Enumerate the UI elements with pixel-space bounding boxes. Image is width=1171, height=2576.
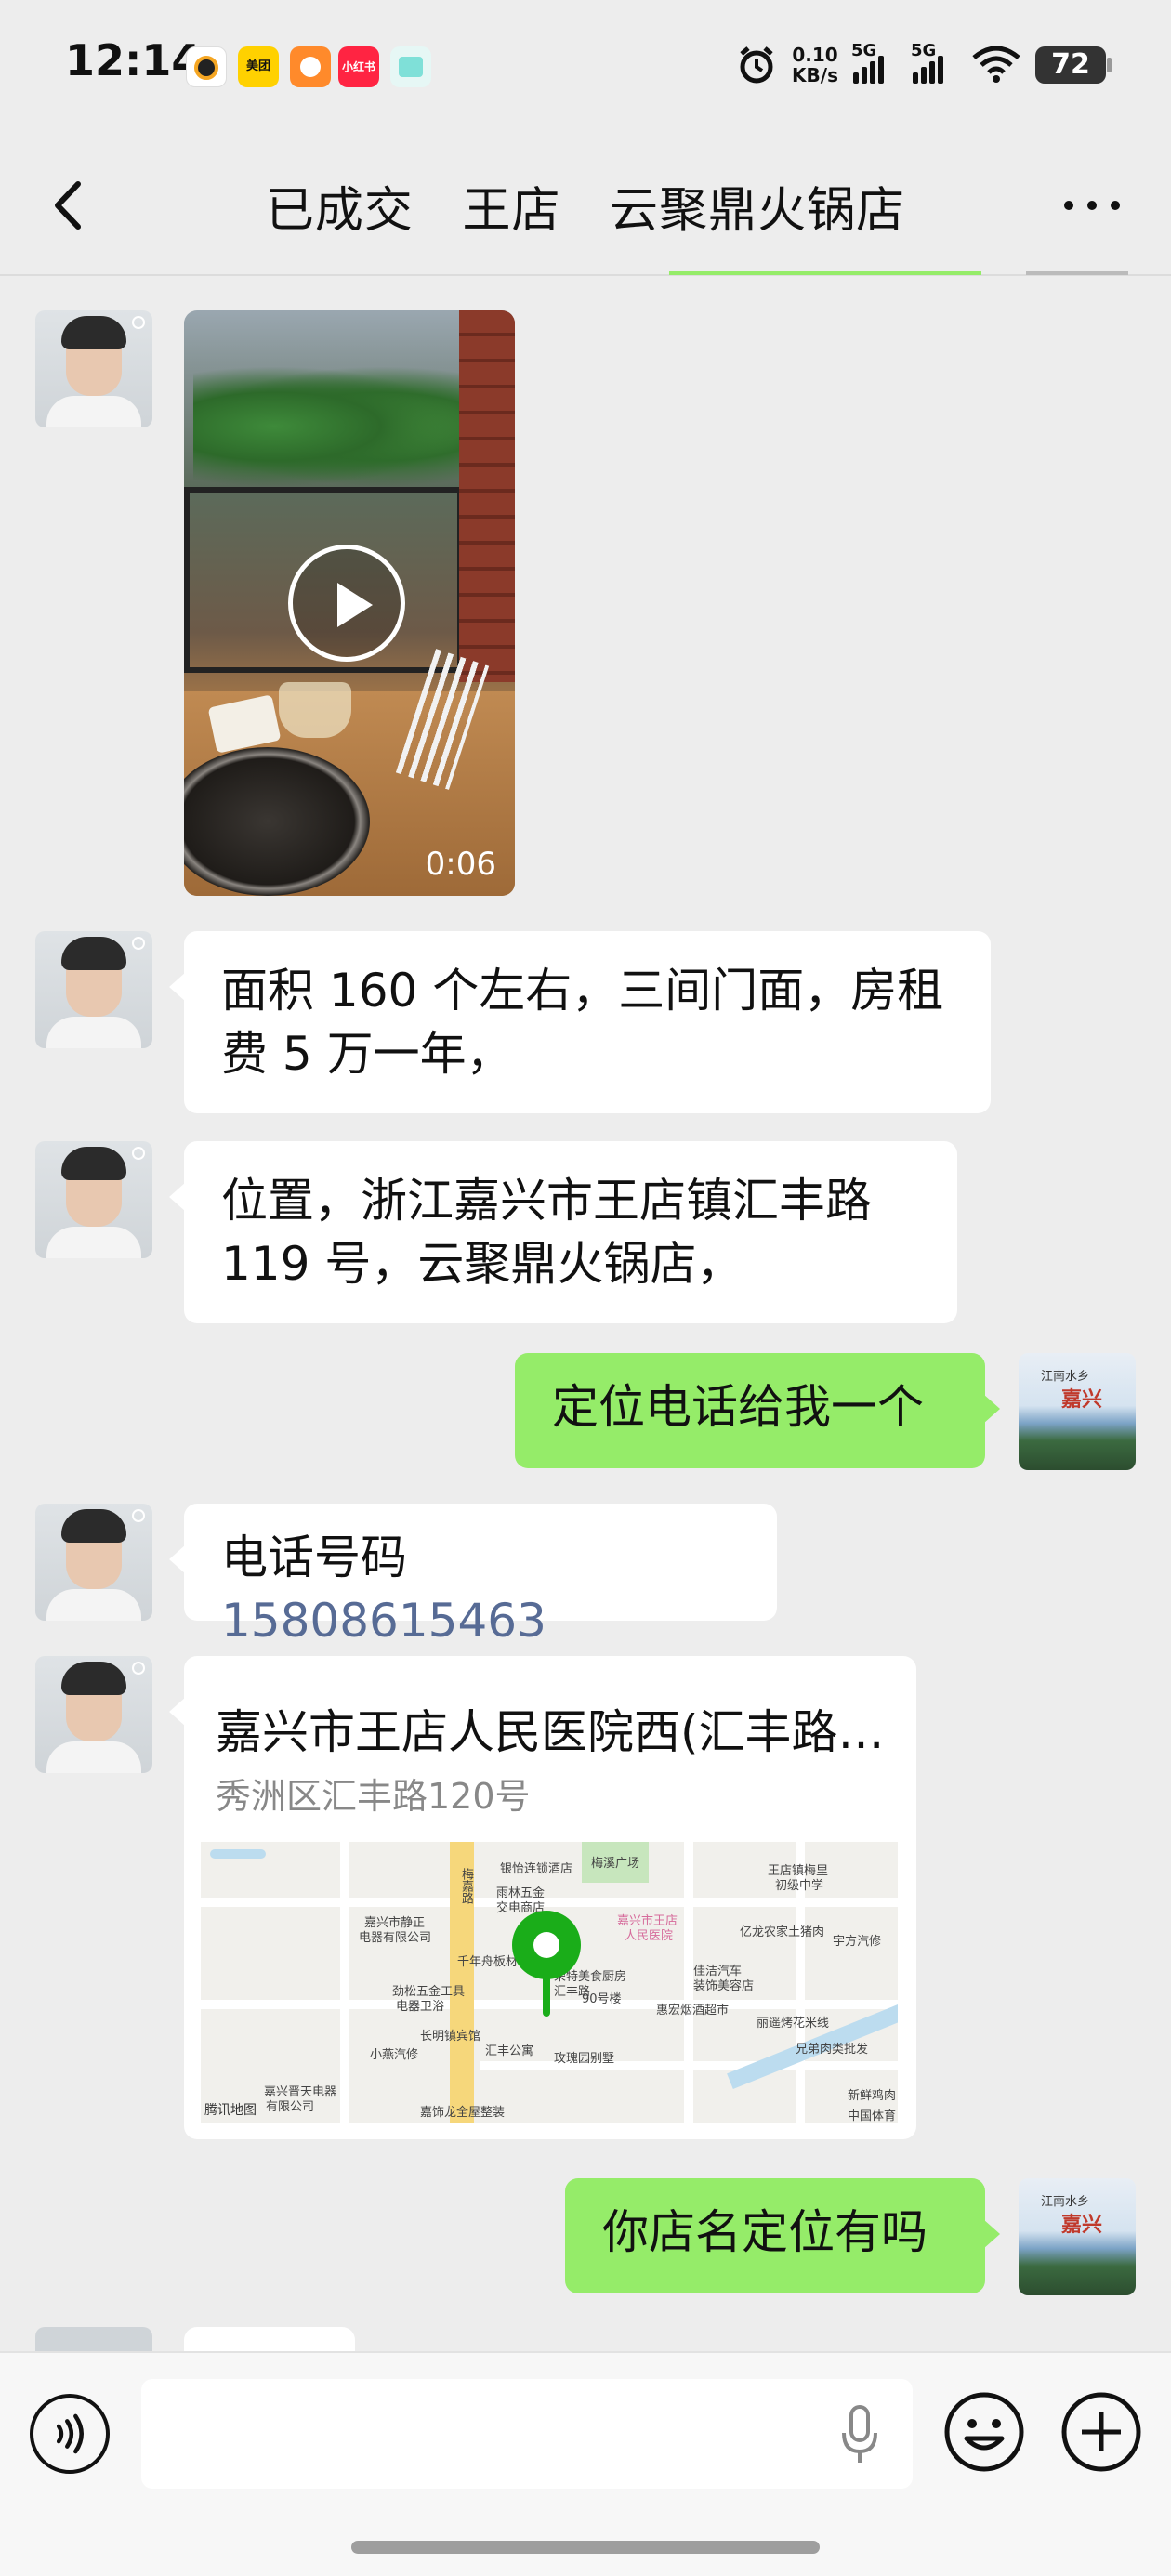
map-label: 惠宏烟酒超市 xyxy=(656,2004,730,2017)
battery-icon: 72 xyxy=(1035,46,1112,84)
video-message[interactable]: 0:06 xyxy=(184,310,515,896)
map-label: 丽遥烤花米线 xyxy=(757,2017,830,2031)
app-icon xyxy=(390,46,431,87)
self-avatar[interactable]: 江南水乡 嘉兴 xyxy=(1019,1353,1136,1470)
map-label: 长明镇宾馆 xyxy=(420,2030,481,2044)
sim1-label: 5G xyxy=(851,41,877,60)
location-map[interactable]: 梅溪广场 王店镇梅里 初级中学 亿龙农家土猪肉 嘉兴市王店 人民医院 嘉兴市静正… xyxy=(201,1842,898,2123)
more-options-button[interactable] xyxy=(1059,191,1125,219)
video-duration: 0:06 xyxy=(425,846,496,883)
message-text: 面积 160 个左右，三间门面，房租费 5 万一年， xyxy=(221,964,944,1081)
status-bar: 12:14 美团 小红书 0.10 KB/s 5G 5G 72 xyxy=(0,0,1171,130)
contact-avatar[interactable] xyxy=(35,1504,152,1621)
plus-icon[interactable] xyxy=(1059,2390,1143,2474)
message-text: 位置，浙江嘉兴市王店镇汇丰路 119 号，云聚鼎火锅店， xyxy=(221,1174,872,1291)
header-divider xyxy=(0,274,1171,276)
alarm-icon xyxy=(740,46,773,84)
map-label: 中国体育 xyxy=(848,2109,897,2123)
chat-title: 已成交 王店 云聚鼎火锅店 xyxy=(265,183,906,239)
contact-avatar[interactable] xyxy=(35,1141,152,1258)
xiaohongshu-icon: 小红书 xyxy=(338,46,379,87)
contact-avatar[interactable] xyxy=(35,931,152,1048)
status-time: 12:14 xyxy=(65,35,202,85)
location-message[interactable]: 嘉兴市王店人民医院西(汇丰路… 秀洲区汇丰路120号 梅溪广场 王店镇梅里 初级… xyxy=(169,1656,916,2139)
app-notification-icon xyxy=(186,46,227,87)
map-label: 梅嘉路 xyxy=(459,1868,473,1904)
text-message[interactable]: 面积 160 个左右，三间门面，房租费 5 万一年， xyxy=(169,931,991,1113)
sim2-label: 5G xyxy=(911,41,937,60)
signal-icon-sim1: 5G xyxy=(851,41,898,84)
map-label: 90号楼 xyxy=(582,1992,622,2006)
map-brand: 腾讯地图 xyxy=(204,2103,257,2118)
map-label: 装饰美容店 xyxy=(693,1979,755,1993)
map-label: 电器卫浴 xyxy=(396,2000,445,2014)
text-message[interactable]: 位置，浙江嘉兴市王店镇汇丰路 119 号，云聚鼎火锅店， xyxy=(169,1141,957,1323)
map-label: 宇方汽修 xyxy=(833,1935,882,1949)
net-speed-value: 0.10 xyxy=(792,44,838,66)
map-label: 银怡连锁酒店 xyxy=(500,1862,573,1876)
message-text: 定位电话给我一个 xyxy=(552,1380,924,1434)
map-label: 亿龙农家土猪肉 xyxy=(740,1925,825,1939)
map-label: 玫瑰园别墅 xyxy=(554,2052,615,2066)
contact-avatar[interactable] xyxy=(35,310,152,427)
map-label: 嘉饰龙全屋整装 xyxy=(420,2106,506,2120)
net-speed-unit: KB/s xyxy=(792,64,838,86)
signal-icon-sim2: 5G xyxy=(911,41,957,84)
contact-avatar[interactable] xyxy=(35,1656,152,1773)
map-label: 梅溪广场 xyxy=(591,1857,640,1871)
message-text: 你店名定位有吗 xyxy=(602,2205,928,2259)
map-label: 人民医院 xyxy=(625,1929,674,1943)
location-title: 嘉兴市王店人民医院西(汇丰路… xyxy=(216,1705,885,1759)
location-address: 秀洲区汇丰路120号 xyxy=(216,1776,531,1817)
voice-icon[interactable] xyxy=(30,2394,110,2474)
previous-message-edge xyxy=(669,271,981,275)
map-pin-icon xyxy=(512,1911,581,1979)
meituan-icon: 美团 xyxy=(238,46,279,87)
text-message-self[interactable]: 定位电话给我一个 xyxy=(515,1353,1000,1468)
video-app-icon xyxy=(290,46,331,87)
message-text: 电话号码 xyxy=(221,1531,407,1584)
map-label: 兄弟肉类批发 xyxy=(796,2043,869,2057)
status-indicators: 0.10 KB/s 5G 5G 72 xyxy=(736,39,1112,91)
map-label: 有限公司 xyxy=(266,2100,315,2114)
map-label: 小燕汽修 xyxy=(370,2048,419,2062)
text-message[interactable]: 电话号码 15808615463 xyxy=(169,1504,777,1648)
map-label: 千年舟板材 xyxy=(457,1955,519,1969)
message-input[interactable] xyxy=(141,2379,913,2489)
text-message-self[interactable]: 你店名定位有吗 xyxy=(565,2178,1000,2293)
map-label: 汇丰公寓 xyxy=(485,2044,534,2058)
mic-icon[interactable] xyxy=(836,2405,883,2466)
phone-number-link[interactable]: 15808615463 xyxy=(221,1594,546,1648)
map-label: 初级中学 xyxy=(775,1879,824,1893)
self-avatar[interactable]: 江南水乡 嘉兴 xyxy=(1019,2178,1136,2295)
map-label: 电器有限公司 xyxy=(359,1931,432,1945)
previous-avatar-edge xyxy=(1026,271,1128,275)
net-speed: 0.10 KB/s xyxy=(792,45,838,85)
play-icon[interactable] xyxy=(288,545,405,662)
home-indicator[interactable] xyxy=(351,2541,820,2554)
wifi-icon xyxy=(972,46,1020,83)
map-label: 新鲜鸡肉 xyxy=(848,2089,897,2103)
emoji-icon[interactable] xyxy=(942,2390,1026,2474)
chat-header: 已成交 王店 云聚鼎火锅店 xyxy=(0,130,1171,279)
